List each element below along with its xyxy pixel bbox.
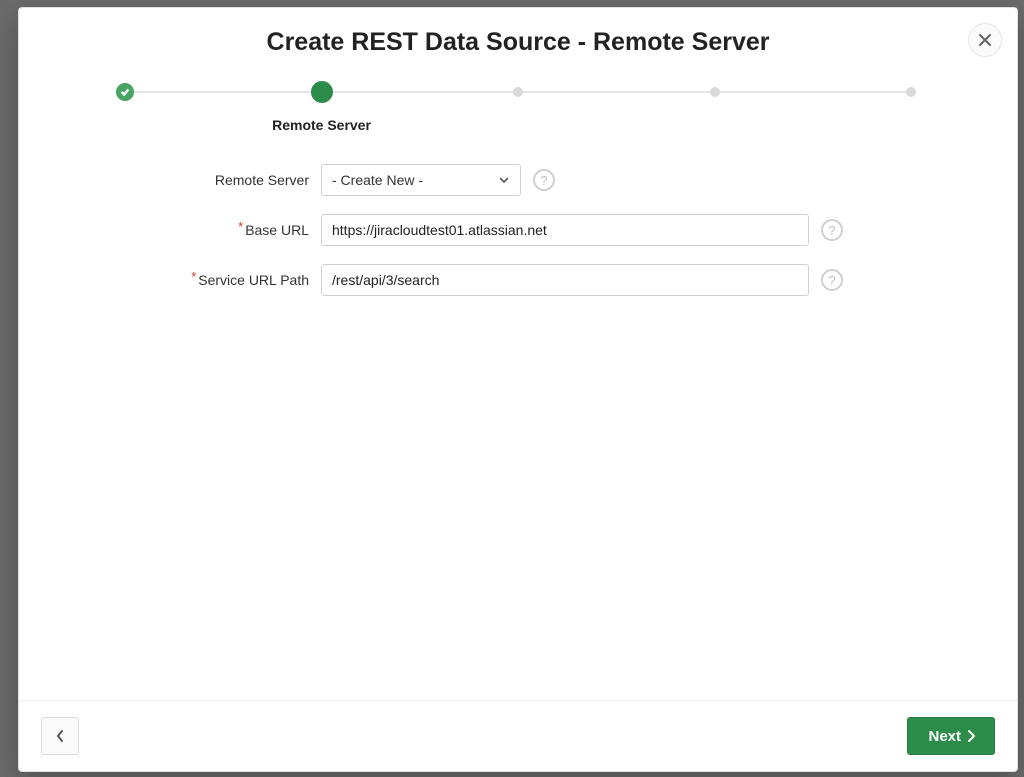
wizard-step-4: [705, 83, 725, 133]
base-url-help[interactable]: ?: [821, 219, 843, 241]
service-url-path-label: *Service URL Path: [129, 272, 321, 288]
step-current-icon: [311, 81, 333, 103]
next-button-label: Next: [928, 728, 961, 745]
base-url-label: *Base URL: [129, 222, 321, 238]
base-url-row: *Base URL ?: [129, 214, 907, 246]
service-url-path-help[interactable]: ?: [821, 269, 843, 291]
remote-server-help[interactable]: ?: [533, 169, 555, 191]
dialog-title: Create REST Data Source - Remote Server: [49, 28, 987, 57]
step-pending-icon: [710, 87, 720, 97]
help-icon: ?: [540, 173, 547, 188]
step-pending-icon: [513, 87, 523, 97]
remote-server-label: Remote Server: [129, 172, 321, 188]
service-url-path-label-text: Service URL Path: [198, 272, 309, 288]
base-url-input[interactable]: [321, 214, 809, 246]
step-done-icon: [116, 83, 134, 101]
service-url-path-input[interactable]: [321, 264, 809, 296]
wizard-step-1: [115, 83, 135, 133]
close-button[interactable]: [968, 23, 1002, 57]
required-marker: *: [238, 219, 243, 234]
wizard-step-label: Remote Server: [272, 117, 371, 133]
wizard-step-5: [901, 83, 921, 133]
form-body: Remote Server - Create New - ? *Base URL…: [19, 141, 1017, 700]
wizard-progress: Remote Server: [19, 63, 1017, 141]
required-marker: *: [191, 269, 196, 284]
next-button[interactable]: Next: [907, 717, 995, 755]
help-icon: ?: [828, 273, 835, 288]
remote-server-row: Remote Server - Create New - ?: [129, 164, 907, 196]
chevron-right-icon: [967, 729, 976, 743]
step-pending-icon: [906, 87, 916, 97]
help-icon: ?: [828, 223, 835, 238]
check-icon: [120, 87, 130, 97]
create-rest-data-source-dialog: Create REST Data Source - Remote Server: [18, 7, 1018, 772]
wizard-step-2: Remote Server: [312, 83, 332, 133]
chevron-left-icon: [55, 729, 65, 743]
service-url-path-row: *Service URL Path ?: [129, 264, 907, 296]
remote-server-select[interactable]: - Create New -: [321, 164, 521, 196]
remote-server-select-wrap: - Create New -: [321, 164, 521, 196]
back-button[interactable]: [41, 717, 79, 755]
dialog-header: Create REST Data Source - Remote Server: [19, 8, 1017, 63]
wizard-step-3: [508, 83, 528, 133]
close-icon: [978, 33, 992, 47]
base-url-label-text: Base URL: [245, 222, 309, 238]
dialog-footer: Next: [19, 700, 1017, 771]
